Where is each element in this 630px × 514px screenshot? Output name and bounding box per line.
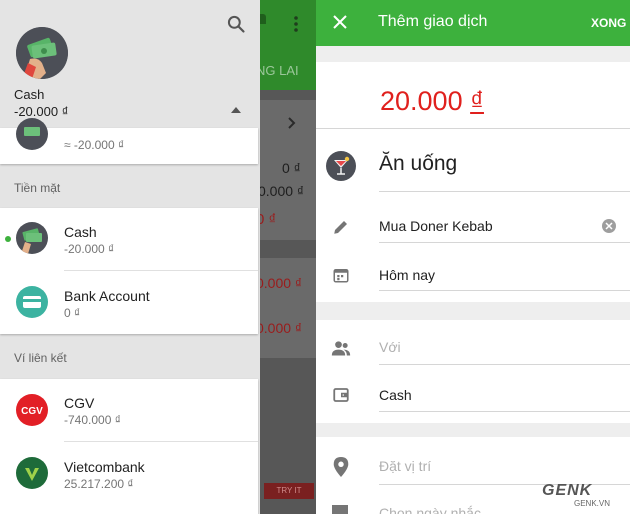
- cash-money-icon[interactable]: [16, 27, 68, 79]
- divider: [316, 128, 630, 129]
- wallet-name: Bank Account: [64, 288, 150, 304]
- dimmed-background: NG LAI 0 ₫ 0.000 ₫ 0 ₫ 0.000 ₫ 0.000 ₫ T…: [260, 0, 316, 514]
- main-fields-card: 20.000 ₫ Ăn uống Mua Doner Kebab Hôm nay: [316, 62, 630, 302]
- bg-value: 0.000 ₫: [260, 183, 305, 199]
- wallet-field[interactable]: Cash: [379, 387, 412, 403]
- section-cash-label: Tiền mặt: [14, 181, 61, 195]
- divider: [379, 484, 630, 485]
- wallet-item-bank-account[interactable]: Bank Account 0 ₫: [0, 271, 258, 334]
- calendar-icon: [332, 505, 348, 514]
- wallet-balance: -740.000 ₫: [64, 413, 121, 427]
- amount-field[interactable]: 20.000 ₫: [380, 86, 484, 117]
- bg-tab-label: NG LAI: [260, 63, 299, 78]
- vietcombank-logo-icon: [16, 457, 48, 489]
- done-button[interactable]: XONG: [591, 16, 626, 30]
- divider: [379, 364, 630, 365]
- wallet-name: CGV: [64, 395, 95, 411]
- wallet-icon: [330, 384, 352, 406]
- cash-money-icon: [16, 222, 48, 254]
- bg-value: 0 ₫: [282, 160, 301, 176]
- location-pin-icon: [330, 456, 352, 478]
- clear-icon[interactable]: [602, 219, 616, 233]
- collapse-arrow-icon[interactable]: [230, 101, 242, 119]
- chevron-right-icon: [288, 116, 296, 134]
- divider: [379, 191, 630, 192]
- people-icon: [330, 337, 352, 359]
- cocktail-icon: [326, 151, 356, 181]
- bg-value-red: 0.000 ₫: [260, 320, 303, 336]
- cgv-logo-icon: CGV: [16, 394, 48, 426]
- drawer-header: Cash -20.000 ₫: [0, 0, 260, 136]
- genk-site: GENK.VN: [574, 499, 611, 508]
- wallet-balance: 0 ₫: [64, 306, 81, 320]
- reminder-field[interactable]: Chọn ngày nhắc: [379, 505, 481, 514]
- cash-wallets-card: Cash -20.000 ₫ Bank Account 0 ₫: [0, 208, 258, 334]
- partial-wallet-balance: ≈ -20.000 ₫: [64, 138, 125, 152]
- bell-icon: [260, 14, 266, 24]
- current-wallet-name: Cash: [14, 87, 45, 102]
- wallet-balance: -20.000 ₫: [64, 242, 115, 256]
- add-transaction-panel: Thêm giao dịch XONG 20.000 ₫ Ăn uống Mua…: [316, 0, 630, 514]
- bg-card: [260, 258, 316, 358]
- current-wallet-balance: -20.000 ₫: [14, 104, 69, 119]
- bg-try-button: TRY IT: [264, 483, 314, 499]
- pencil-icon: [330, 216, 352, 238]
- cash-money-icon: [16, 118, 48, 150]
- with-input[interactable]: Với: [379, 339, 401, 355]
- section-linked-label: Ví liên kết: [14, 351, 67, 365]
- wallet-name: Vietcombank: [64, 459, 145, 475]
- bank-card-icon: [16, 286, 48, 318]
- location-input[interactable]: Đặt vị trí: [379, 458, 431, 474]
- active-dot-icon: [5, 236, 11, 242]
- wallet-item-cash[interactable]: Cash -20.000 ₫: [0, 208, 258, 270]
- divider: [379, 411, 630, 412]
- bg-value-red: 0 ₫: [260, 211, 277, 228]
- wallet-card-partial[interactable]: ≈ -20.000 ₫: [0, 118, 258, 164]
- calendar-icon: [330, 264, 352, 286]
- wallet-item-vietcombank[interactable]: Vietcombank 25.217.200 ₫: [0, 442, 258, 508]
- more-vert-icon: [294, 16, 298, 37]
- close-icon[interactable]: [333, 15, 347, 34]
- date-field[interactable]: Hôm nay: [379, 267, 435, 283]
- extra-fields-card: Với Cash: [316, 320, 630, 423]
- page-title: Thêm giao dịch: [378, 13, 488, 30]
- svg-text:CGV: CGV: [21, 406, 43, 417]
- divider: [379, 290, 630, 291]
- amount-value: 20.000: [380, 86, 463, 116]
- wallet-drawer: Cash -20.000 ₫ ≈ -20.000 ₫ Tiền mặt Cash…: [0, 0, 260, 514]
- linked-wallets-card: CGV CGV -740.000 ₫ Vietcombank 25.217.20…: [0, 379, 258, 514]
- genk-logo: GENK: [542, 482, 593, 499]
- wallet-name: Cash: [64, 224, 97, 240]
- wallet-item-cgv[interactable]: CGV CGV -740.000 ₫: [0, 379, 258, 441]
- app-bar: Thêm giao dịch XONG: [316, 0, 630, 46]
- divider: [379, 242, 630, 243]
- search-icon[interactable]: [226, 14, 246, 39]
- note-input[interactable]: Mua Doner Kebab: [379, 218, 493, 234]
- bg-value-red: 0.000 ₫: [260, 275, 303, 291]
- category-field[interactable]: Ăn uống: [379, 152, 457, 176]
- currency-symbol[interactable]: ₫: [470, 86, 484, 116]
- wallet-balance: 25.217.200 ₫: [64, 477, 134, 491]
